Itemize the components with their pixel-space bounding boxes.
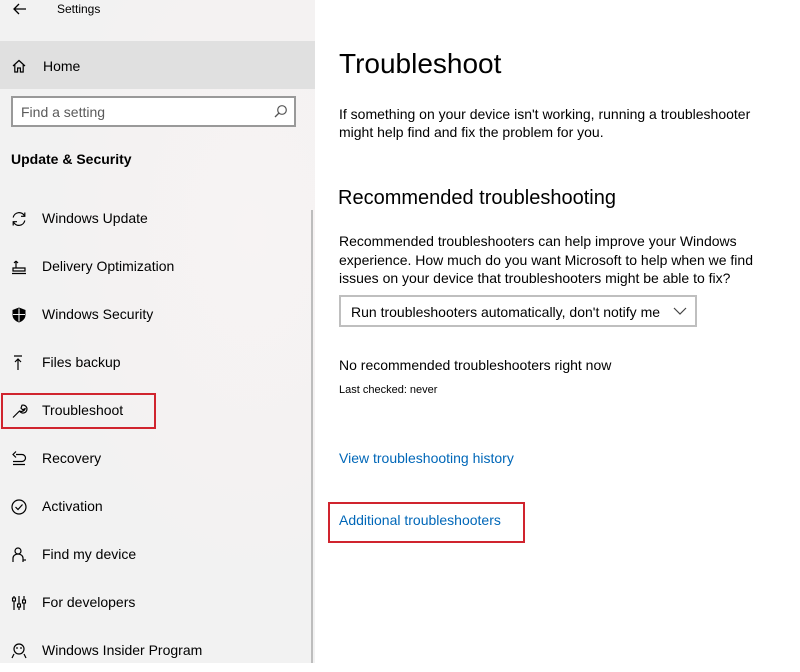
sidebar-item-label: Delivery Optimization [42,258,175,274]
sidebar-item-label: Activation [42,498,103,514]
sidebar-item-recovery[interactable]: Recovery [0,436,310,480]
sidebar-item-windows-update[interactable]: Windows Update [0,196,310,240]
sync-icon [12,212,26,226]
developer-sliders-icon [11,596,27,610]
sidebar-item-label: Home [43,58,81,74]
sidebar-item-home[interactable]: Home [0,41,315,89]
sidebar-item-label: Windows Insider Program [42,642,203,658]
sidebar-item-label: Recovery [42,450,102,466]
title-bar: Settings [0,0,315,22]
backup-arrow-icon [14,355,22,370]
app-title: Settings [57,2,101,16]
sidebar-item-label: Windows Security [42,306,154,322]
back-button[interactable] [10,0,30,18]
sidebar-item-label: Windows Update [42,210,148,226]
sidebar-item-files-backup[interactable]: Files backup [0,340,310,384]
person-location-icon [12,547,26,562]
chevron-down-icon [673,307,687,315]
recommended-description: Recommended troubleshooters can help imp… [339,233,753,286]
recovery-icon [12,451,27,466]
sidebar-item-label: Find my device [42,546,137,562]
recommended-status: No recommended troubleshooters right now [339,357,612,373]
search-box[interactable] [11,96,296,127]
insider-icon [11,643,27,659]
sidebar-item-windows-insider[interactable]: Windows Insider Program [0,628,310,672]
sidebar-item-delivery-optimization[interactable]: Delivery Optimization [0,244,310,288]
sidebar-item-windows-security[interactable]: Windows Security [0,292,310,336]
back-arrow-icon [13,3,26,15]
intro-text: If something on your device isn't workin… [339,106,751,140]
section-title: Update & Security [11,151,132,167]
sidebar-item-label: For developers [42,594,136,610]
search-input[interactable] [21,103,261,121]
check-circle-icon [11,499,27,515]
view-history-link[interactable]: View troubleshooting history [339,450,514,466]
troubleshoot-highlight [1,393,156,429]
troubleshoot-preference-dropdown[interactable]: Run troubleshooters automatically, don't… [339,295,697,327]
sidebar-item-for-developers[interactable]: For developers [0,580,310,624]
home-icon [12,59,26,73]
shield-icon [12,307,26,323]
delivery-optimization-icon [12,260,26,275]
last-checked: Last checked: never [339,384,438,396]
search-icon[interactable] [273,104,288,119]
sidebar-item-find-my-device[interactable]: Find my device [0,532,310,576]
sidebar-item-activation[interactable]: Activation [0,484,310,528]
sidebar-scrollbar[interactable] [311,210,313,663]
recommended-heading: Recommended troubleshooting [338,187,616,209]
sidebar: Settings Home Update & Security Windows … [0,0,315,663]
dropdown-value: Run troubleshooters automatically, don't… [351,304,661,320]
main-content: Troubleshoot If something on your device… [315,0,800,663]
sidebar-item-label: Files backup [42,354,121,370]
additional-troubleshooters-highlight [328,502,525,543]
page-title: Troubleshoot [339,48,502,79]
